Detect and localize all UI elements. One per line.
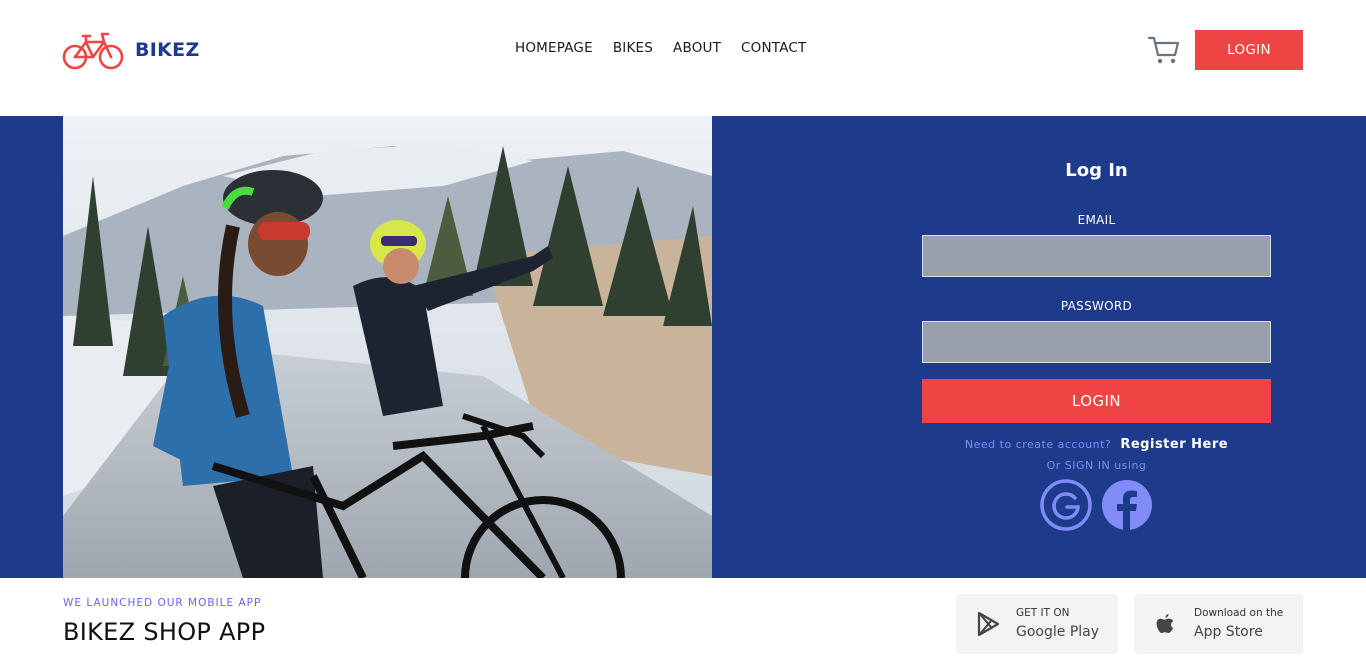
nav-homepage[interactable]: HOMEPAGE [515,40,593,56]
bicycle-icon [62,32,124,70]
cart-button[interactable] [1147,35,1181,65]
register-line: Need to create account? Register Here [922,433,1271,452]
app-title: BIKEZ SHOP APP [63,618,266,646]
header-login-button[interactable]: LOGIN [1195,30,1303,70]
hero-photo-cyclists [63,116,712,578]
app-store-badge[interactable]: Download on the App Store [1134,594,1303,654]
google-play-badge[interactable]: GET IT ON Google Play [956,594,1118,654]
app-store-small-text: Download on the [1194,607,1284,619]
or-sign-in-text: Or SIGN IN using [1046,459,1147,472]
password-label: PASSWORD [1060,299,1133,313]
google-play-small-text: GET IT ON [1016,607,1070,619]
hero-section: Log In EMAIL PASSWORD LOGIN Need to crea… [0,116,1366,578]
register-prompt: Need to create account? [964,438,1112,451]
apple-icon [1156,614,1174,633]
main-nav: HOMEPAGE BIKES ABOUT CONTACT [515,40,826,56]
brand-name: BIKEZ [135,39,200,61]
google-sign-in-button[interactable] [1040,479,1092,531]
nav-contact[interactable]: CONTACT [741,40,806,56]
email-field[interactable] [922,235,1271,277]
cart-icon [1147,36,1180,64]
email-label: EMAIL [1077,213,1116,227]
google-play-icon [977,611,1000,637]
brand-logo[interactable]: BIKEZ [62,30,200,70]
google-play-big-text: Google Play [1016,624,1100,640]
nav-about[interactable]: ABOUT [673,40,721,56]
nav-bikes[interactable]: BIKES [613,40,653,56]
password-field[interactable] [922,321,1271,363]
app-launch-kicker: WE LAUNCHED OUR MOBILE APP [63,597,262,609]
app-promo-footer: WE LAUNCHED OUR MOBILE APP BIKEZ SHOP AP… [0,578,1366,670]
site-header: BIKEZ HOMEPAGE BIKES ABOUT CONTACT LOGIN [0,0,1366,116]
facebook-icon [1102,480,1152,530]
login-submit-button[interactable]: LOGIN [922,379,1271,423]
form-title: Log In [1065,160,1128,181]
facebook-sign-in-button[interactable] [1101,479,1153,531]
register-link[interactable]: Register Here [1120,437,1228,452]
google-icon [1040,479,1092,531]
app-store-big-text: App Store [1194,624,1263,640]
